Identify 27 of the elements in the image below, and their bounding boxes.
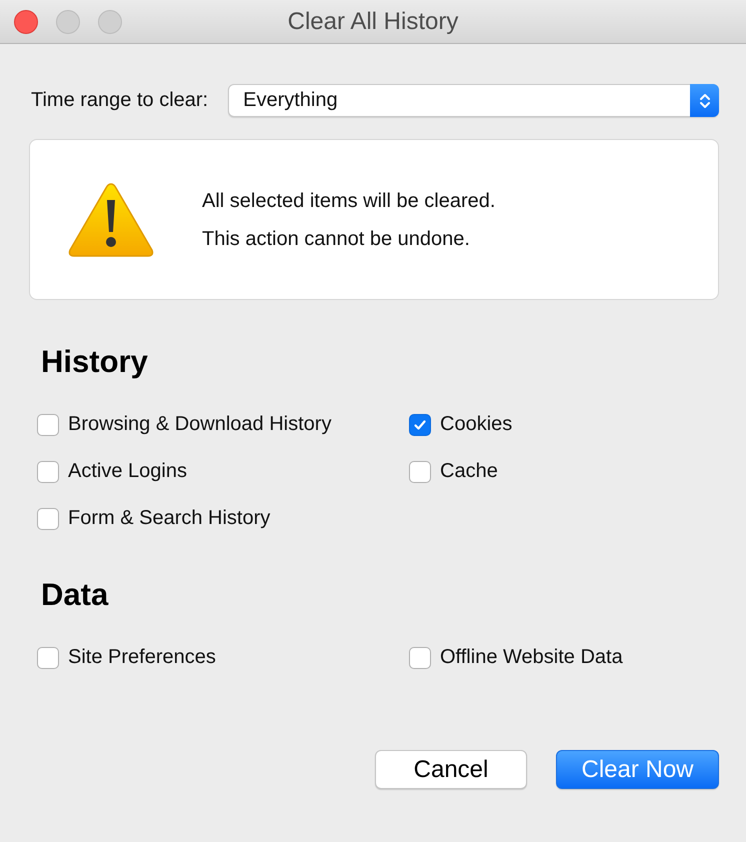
zoom-button[interactable] xyxy=(98,10,122,34)
checkbox[interactable] xyxy=(409,646,431,668)
checkbox-label[interactable]: Browsing & Download History xyxy=(68,413,332,436)
checkbox-label[interactable]: Site Preferences xyxy=(68,646,216,669)
warning-text: This action cannot be undone. xyxy=(202,226,471,252)
stepper-icon xyxy=(690,84,719,117)
warning-text: All selected items will be cleared. xyxy=(202,188,496,214)
clear-now-button[interactable]: Clear Now xyxy=(556,750,719,789)
close-button[interactable] xyxy=(14,10,38,34)
cancel-button[interactable]: Cancel xyxy=(375,750,527,789)
checkbox[interactable] xyxy=(37,460,59,482)
checkbox-label[interactable]: Offline Website Data xyxy=(440,646,623,669)
time-range-dropdown[interactable]: Everything xyxy=(228,84,719,117)
section-heading: History xyxy=(41,344,149,380)
checkbox-label[interactable]: Cache xyxy=(440,460,498,483)
checkbox[interactable] xyxy=(409,414,431,436)
checkbox-label[interactable]: Cookies xyxy=(440,413,512,436)
section-heading: Data xyxy=(41,577,110,613)
time-range-label: Time range to clear: xyxy=(31,89,208,112)
window-title: Clear All History xyxy=(288,8,458,36)
checkbox[interactable] xyxy=(37,508,59,530)
checkbox-label[interactable]: Active Logins xyxy=(68,460,187,483)
checkbox[interactable] xyxy=(37,414,59,436)
checkbox[interactable] xyxy=(409,460,431,482)
checkbox-label[interactable]: Form & Search History xyxy=(68,507,270,530)
minimize-button[interactable] xyxy=(56,10,80,34)
checkbox[interactable] xyxy=(37,646,59,668)
